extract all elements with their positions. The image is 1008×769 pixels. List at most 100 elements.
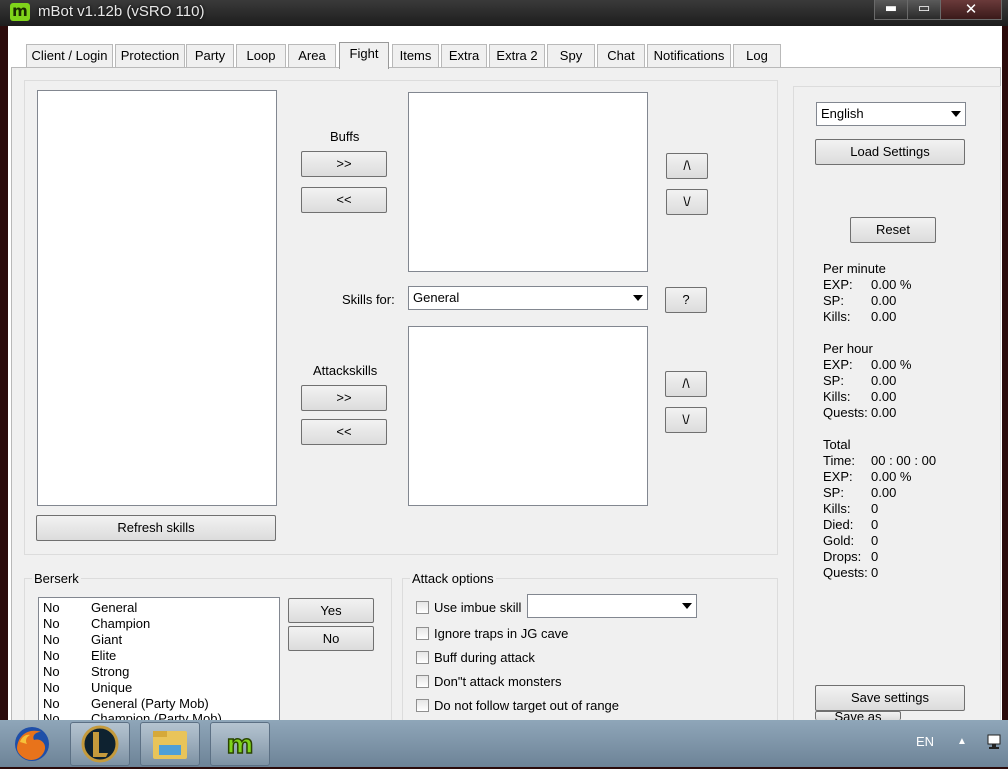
tab-notifications[interactable]: Notifications [647,44,731,67]
stat-value: 0 [871,517,879,532]
tab-protection[interactable]: Protection [115,44,185,67]
stat-label: Time: [823,453,856,468]
stat-label: Drops: [823,549,862,564]
file-explorer-icon[interactable] [140,722,200,766]
imbue-skill-dropdown[interactable] [527,594,697,618]
buff-move-up-button[interactable]: /\ [666,153,708,179]
checkbox-label: Don"t attack monsters [434,674,562,689]
title-bar[interactable]: m mBot v1.12b (vSRO 110) ▬ ▭ ✕ [0,0,1008,26]
stat-value: 0.00 [871,293,897,308]
skills-help-button[interactable]: ? [665,287,707,313]
berserk-title: Berserk [32,571,81,586]
stat-value: 00 : 00 : 00 [871,453,937,468]
berserk-row-name: Unique [91,680,133,695]
tab-chat[interactable]: Chat [597,44,645,67]
berserk-row-state: No [43,680,60,695]
mbot-icon[interactable]: m [210,722,270,766]
mbot-logo-icon: m [10,3,30,21]
checkbox-box[interactable] [416,675,429,688]
stat-label: EXP: [823,277,853,292]
stat-label: EXP: [823,469,853,484]
berserk-row-name: Elite [91,648,117,663]
attackskills-label: Attackskills [313,363,378,378]
save-settings-button[interactable]: Save settings [815,685,965,711]
firefox-icon[interactable] [8,722,58,766]
chevron-down-icon [951,111,961,117]
network-icon[interactable] [986,733,1004,753]
stat-value: 0 [871,565,879,580]
stat-label: SP: [823,485,844,500]
total-title: Total [823,437,851,452]
skills-for-dropdown[interactable]: General [408,286,648,310]
berserk-row-state: No [43,664,60,679]
attackskills-list[interactable] [408,326,648,506]
attackskill-move-up-button[interactable]: /\ [665,371,707,397]
checkbox-label: Ignore traps in JG cave [434,626,569,641]
berserk-row-name: General [91,600,138,615]
stat-value: 0.00 % [871,277,912,292]
stat-value: 0.00 [871,389,897,404]
save-as-button[interactable]: Save as [815,711,901,720]
attackskill-move-down-button[interactable]: \/ [665,407,707,433]
available-skills-list[interactable] [37,90,277,506]
language-value: English [821,106,864,121]
stat-value: 0 [871,533,879,548]
load-settings-button[interactable]: Load Settings [815,139,965,165]
stat-label: SP: [823,293,844,308]
add-attackskill-button[interactable]: >> [301,385,387,411]
checkbox-box[interactable] [416,699,429,712]
tray-expand-icon[interactable]: ▲ [957,736,967,747]
stat-label: Kills: [823,309,851,324]
stat-value: 0.00 [871,405,897,420]
per-minute-title: Per minute [823,261,886,276]
remove-attackskill-button[interactable]: << [301,419,387,445]
tab-client-login[interactable]: Client / Login [26,44,113,67]
stat-value: 0.00 [871,309,897,324]
mbot-icon-graphic: m [226,729,255,761]
maximize-button[interactable]: ▭ [907,0,941,20]
skills-for-value: General [413,290,460,305]
refresh-skills-button[interactable]: Refresh skills [36,515,276,541]
tab-party[interactable]: Party [186,44,234,67]
checkbox-box[interactable] [416,601,429,614]
league-of-legends-icon-graphic [81,725,119,763]
close-button[interactable]: ✕ [940,0,1002,20]
tab-items[interactable]: Items [392,44,439,67]
add-buff-button[interactable]: >> [301,151,387,177]
berserk-yes-button[interactable]: Yes [288,598,374,623]
tab-extra-2[interactable]: Extra 2 [489,44,545,67]
reset-button[interactable]: Reset [850,217,936,243]
stat-label: Died: [823,517,854,532]
tab-log[interactable]: Log [733,44,781,67]
remove-buff-button[interactable]: << [301,187,387,213]
skills-for-label: Skills for: [342,292,395,307]
buffs-list[interactable] [408,92,648,272]
league-of-legends-icon[interactable] [70,722,130,766]
tab-loop[interactable]: Loop [236,44,286,67]
checkbox-box[interactable] [416,651,429,664]
stat-label: Gold: [823,533,855,548]
berserk-no-button[interactable]: No [288,626,374,651]
stat-value: 0.00 % [871,357,912,372]
stat-value: 0 [871,501,879,516]
berserk-row-name: Strong [91,664,130,679]
checkbox-box[interactable] [416,627,429,640]
per-hour-title: Per hour [823,341,873,356]
tab-fight[interactable]: Fight [339,42,389,69]
input-language-indicator[interactable]: EN [916,734,934,749]
buff-move-down-button[interactable]: \/ [666,189,708,215]
berserk-row-name: Giant [91,632,123,647]
network-icon-graphic [987,734,1001,749]
berserk-row-name: Champion [91,616,151,631]
mbot-letter: m [226,730,253,760]
language-dropdown[interactable]: English [816,102,966,126]
berserk-row-state: No [43,648,60,663]
berserk-list[interactable]: No General No Champion No Giant No Elite… [38,597,280,721]
minimize-button[interactable]: ▬ [874,0,908,20]
tab-spy[interactable]: Spy [547,44,595,67]
berserk-row-name: General (Party Mob) [91,696,209,711]
tab-area[interactable]: Area [288,44,336,67]
tab-extra[interactable]: Extra [441,44,487,67]
chevron-down-icon [633,295,643,301]
attack-options-title: Attack options [410,571,496,586]
